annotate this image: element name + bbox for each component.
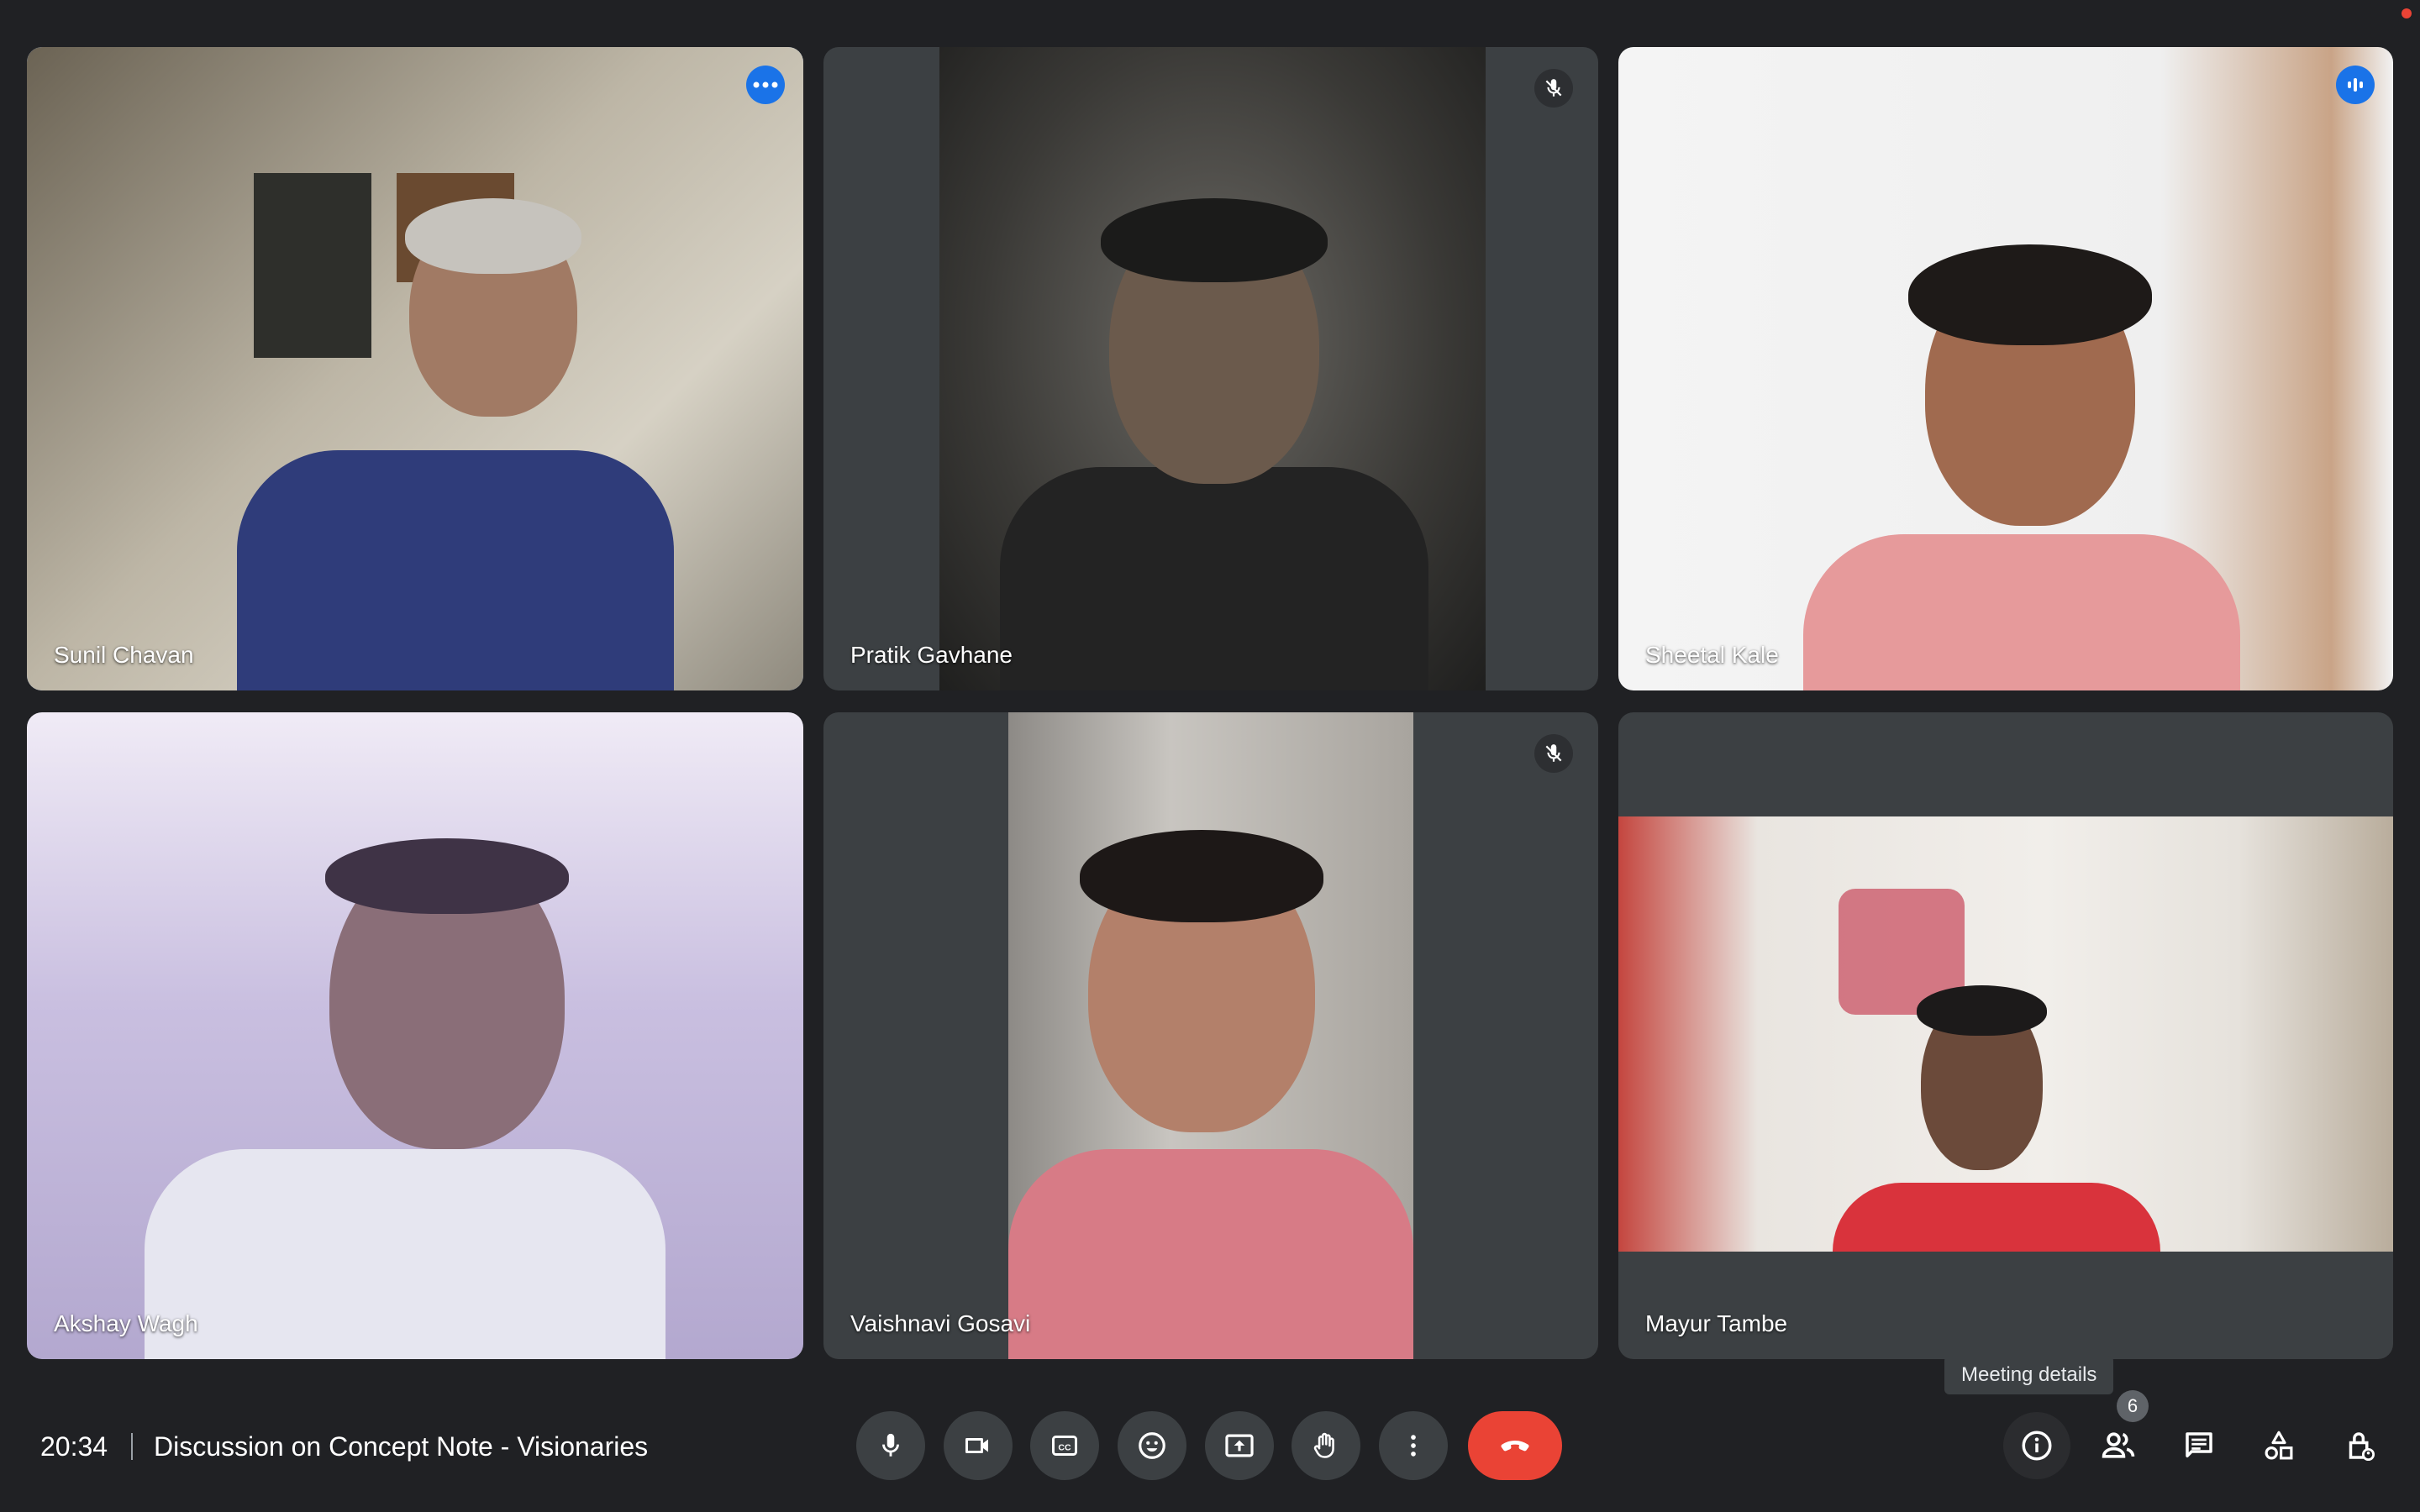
info-icon	[2022, 1431, 2052, 1461]
meeting-title: Discussion on Concept Note - Visionaries	[154, 1431, 649, 1462]
chat-icon	[2186, 1432, 2212, 1457]
divider	[131, 1433, 133, 1460]
participant-body	[237, 450, 674, 690]
captions-icon: CC	[1052, 1436, 1077, 1456]
participant-hair	[1101, 198, 1328, 282]
host-controls-icon	[2349, 1432, 2375, 1462]
meeting-details-button[interactable]	[2003, 1412, 2070, 1479]
participant-name: Mayur Tambe	[1645, 1310, 1788, 1336]
more-icon	[1411, 1435, 1416, 1457]
camera-button[interactable]	[944, 1411, 1013, 1480]
more-options-button[interactable]	[1379, 1411, 1448, 1480]
muted-mic-icon	[1534, 69, 1573, 108]
host-controls-button[interactable]	[2326, 1412, 2393, 1479]
participant-tile-mayur-tambe[interactable]: Mayur Tambe	[1618, 712, 2393, 1359]
participant-name: Pratik Gavhane	[850, 642, 1013, 668]
participant-body	[1008, 1149, 1413, 1359]
end-call-icon	[1501, 1440, 1529, 1452]
participant-body	[1803, 534, 2240, 690]
participant-tile-sheetal-kale[interactable]: Sheetal Kale	[1618, 47, 2393, 690]
leave-call-button[interactable]	[1468, 1411, 1562, 1480]
svg-text:CC: CC	[1058, 1442, 1071, 1452]
participant-tile-pratik-gavhane[interactable]: Pratik Gavhane	[823, 47, 1598, 690]
participant-name: Vaishnavi Gosavi	[850, 1310, 1031, 1336]
participant-count-badge: 6	[2117, 1390, 2149, 1422]
raise-hand-button[interactable]	[1292, 1411, 1360, 1480]
participant-tile-vaishnavi-gosavi[interactable]: Vaishnavi Gosavi	[823, 712, 1598, 1359]
participant-hair	[405, 198, 581, 274]
participant-name: Akshay Wagh	[54, 1310, 198, 1336]
background-window	[254, 173, 371, 358]
participant-hair	[1080, 830, 1323, 922]
participant-name: Sunil Chavan	[54, 642, 194, 668]
participant-tile-sunil-chavan[interactable]: Sunil Chavan	[27, 47, 803, 690]
participant-body	[145, 1149, 666, 1359]
camera-icon	[965, 1438, 988, 1453]
activities-icon	[2265, 1431, 2293, 1460]
more-options-icon[interactable]	[746, 66, 785, 104]
people-button[interactable]	[2085, 1412, 2152, 1479]
bottom-bar: 20:34 Discussion on Concept Note - Visio…	[0, 1378, 2420, 1512]
raise-hand-icon	[1313, 1432, 1334, 1458]
participant-hair	[1908, 244, 2152, 345]
emoji-icon	[1139, 1432, 1165, 1459]
present-button[interactable]	[1205, 1411, 1274, 1480]
muted-mic-icon	[1534, 734, 1573, 773]
participant-tile-akshay-wagh[interactable]: Akshay Wagh	[27, 712, 803, 1359]
participant-body	[1000, 467, 1428, 690]
recording-indicator	[2402, 8, 2412, 18]
present-icon	[1225, 1434, 1254, 1457]
participant-name: Sheetal Kale	[1645, 642, 1779, 668]
activities-button[interactable]	[2245, 1412, 2312, 1479]
participant-hair	[325, 838, 569, 914]
meeting-clock: 20:34	[40, 1431, 108, 1462]
participant-body	[1833, 1183, 2160, 1252]
chat-button[interactable]	[2165, 1412, 2233, 1479]
speaking-indicator-icon	[2336, 66, 2375, 104]
meeting-details-tooltip: Meeting details	[1944, 1356, 2114, 1394]
microphone-icon	[882, 1433, 899, 1457]
people-icon	[2102, 1432, 2135, 1458]
participant-hair	[1917, 985, 2047, 1036]
microphone-button[interactable]	[856, 1411, 925, 1480]
captions-button[interactable]: CC	[1030, 1411, 1099, 1480]
emoji-button[interactable]	[1118, 1411, 1186, 1480]
